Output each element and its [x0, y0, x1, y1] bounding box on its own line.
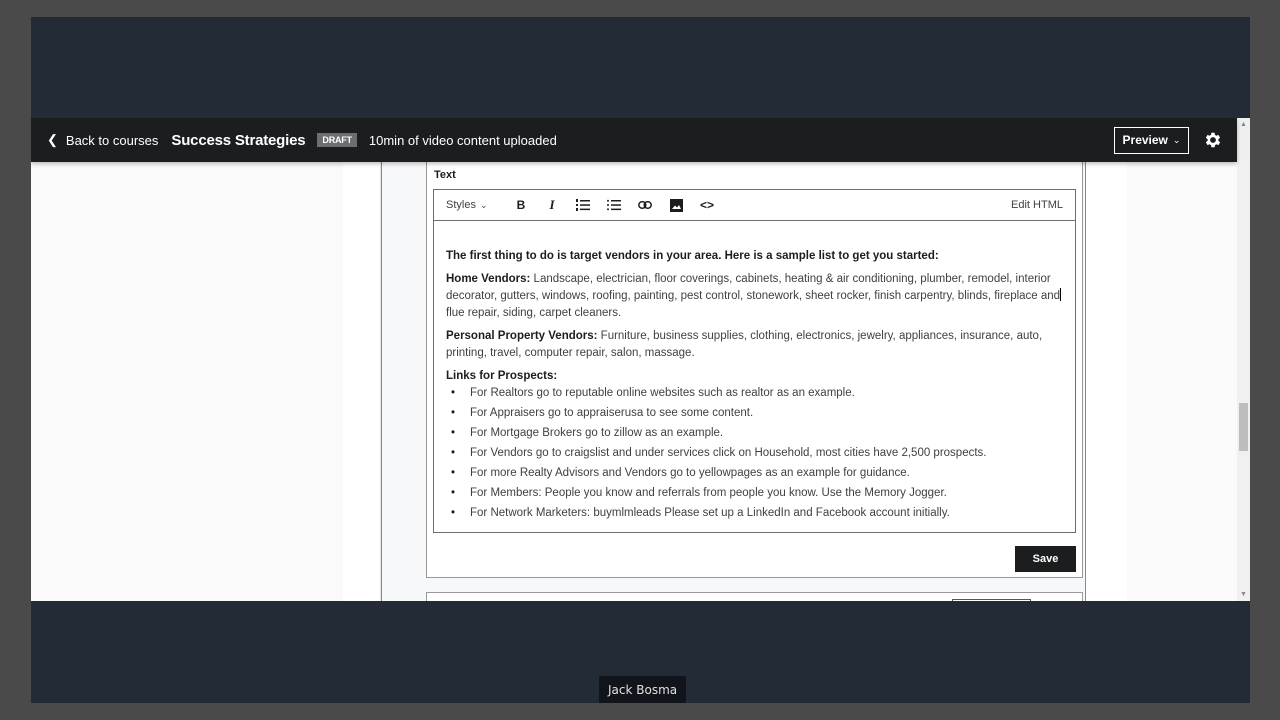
- prospect-links-list: For Realtors go to reputable online webs…: [446, 385, 1063, 522]
- scroll-thumb[interactable]: [1239, 403, 1248, 451]
- styles-label: Styles: [446, 199, 476, 211]
- home-vendors-text-a: Landscape, electrician, floor coverings,…: [446, 273, 1061, 302]
- styles-dropdown[interactable]: Styles ⌄: [446, 199, 488, 211]
- next-lecture-card: [426, 592, 1083, 601]
- speaker-name: Jack Bosma: [608, 682, 678, 697]
- right-panel: [1085, 162, 1127, 601]
- save-button[interactable]: Save: [1015, 546, 1076, 572]
- editor-content[interactable]: The first thing to do is target vendors …: [434, 221, 1075, 522]
- code-icon: <>: [700, 198, 715, 212]
- text-cursor: [1060, 288, 1062, 301]
- chevron-down-icon: ⌄: [1172, 134, 1181, 145]
- course-editor-screen: ❮ Back to courses Success Strategies DRA…: [31, 118, 1250, 601]
- list-item: For more Realty Advisors and Vendors go …: [446, 465, 1063, 482]
- home-vendors-paragraph: Home Vendors: Landscape, electrician, fl…: [446, 271, 1063, 322]
- intro-text: The first thing to do is target vendors …: [446, 250, 939, 262]
- scroll-up-icon[interactable]: ▲: [1240, 121, 1247, 128]
- upload-status: 10min of video content uploaded: [368, 132, 557, 148]
- edit-html-link[interactable]: Edit HTML: [1011, 199, 1063, 211]
- personal-vendors-paragraph: Personal Property Vendors: Furniture, bu…: [446, 328, 1063, 362]
- speaker-caption: Jack Bosma: [599, 676, 687, 703]
- page-scrollbar[interactable]: ▲ ▼: [1237, 118, 1250, 601]
- personal-vendors-label: Personal Property Vendors:: [446, 330, 598, 342]
- links-heading: Links for Prospects:: [446, 370, 558, 382]
- image-icon: [669, 198, 683, 212]
- links-heading-paragraph: Links for Prospects:: [446, 368, 1063, 385]
- home-vendors-label: Home Vendors:: [446, 273, 531, 285]
- bullet-list-icon: [607, 199, 622, 211]
- gear-icon[interactable]: [1203, 130, 1223, 150]
- scroll-down-icon[interactable]: ▼: [1240, 591, 1247, 598]
- link-icon: [638, 201, 652, 209]
- italic-button[interactable]: I: [537, 190, 568, 221]
- preview-label: Preview: [1122, 133, 1168, 147]
- back-label: Back to courses: [65, 132, 159, 148]
- back-to-courses-link[interactable]: ❮ Back to courses: [47, 132, 158, 148]
- list-item: For Network Marketers: buymlmleads Pleas…: [446, 505, 1063, 522]
- numbered-list-icon: [576, 199, 591, 211]
- link-button[interactable]: [630, 190, 661, 221]
- italic-icon: I: [549, 197, 555, 212]
- bold-icon: B: [516, 198, 526, 212]
- list-item: For Appraisers go to appraiserusa to see…: [446, 405, 1063, 422]
- course-title: Success Strategies: [171, 131, 306, 149]
- list-item: For Realtors go to reputable online webs…: [446, 385, 1063, 402]
- rich-text-editor[interactable]: Styles ⌄ B I <> Edit HTML The first thin…: [433, 189, 1076, 533]
- numbered-list-button[interactable]: [568, 190, 599, 221]
- text-field-label: Text: [434, 169, 456, 181]
- bullet-list-button[interactable]: [599, 190, 630, 221]
- code-button[interactable]: <>: [692, 190, 723, 221]
- list-item: For Members: People you know and referra…: [446, 485, 1063, 502]
- list-item: For Mortgage Brokers go to zillow as an …: [446, 425, 1063, 442]
- image-button[interactable]: [661, 190, 692, 221]
- intro-paragraph: The first thing to do is target vendors …: [446, 248, 1063, 265]
- chevron-down-icon: ⌄: [479, 199, 488, 210]
- next-card-button-outline[interactable]: [952, 599, 1031, 601]
- text-lecture-card: Text Styles ⌄ B I <> Edit HTML The first…: [426, 162, 1083, 578]
- home-vendors-text-b: flue repair, siding, carpet cleaners.: [446, 307, 622, 319]
- left-panel: [343, 162, 381, 601]
- chevron-left-icon: ❮: [47, 132, 58, 147]
- status-badge: DRAFT: [317, 133, 357, 147]
- preview-button[interactable]: Preview ⌄: [1114, 126, 1189, 154]
- list-item: For Vendors go to craigslist and under s…: [446, 445, 1063, 462]
- editor-toolbar: Styles ⌄ B I <> Edit HTML: [434, 190, 1075, 221]
- bold-button[interactable]: B: [506, 190, 537, 221]
- top-navigation-bar: ❮ Back to courses Success Strategies DRA…: [31, 118, 1237, 162]
